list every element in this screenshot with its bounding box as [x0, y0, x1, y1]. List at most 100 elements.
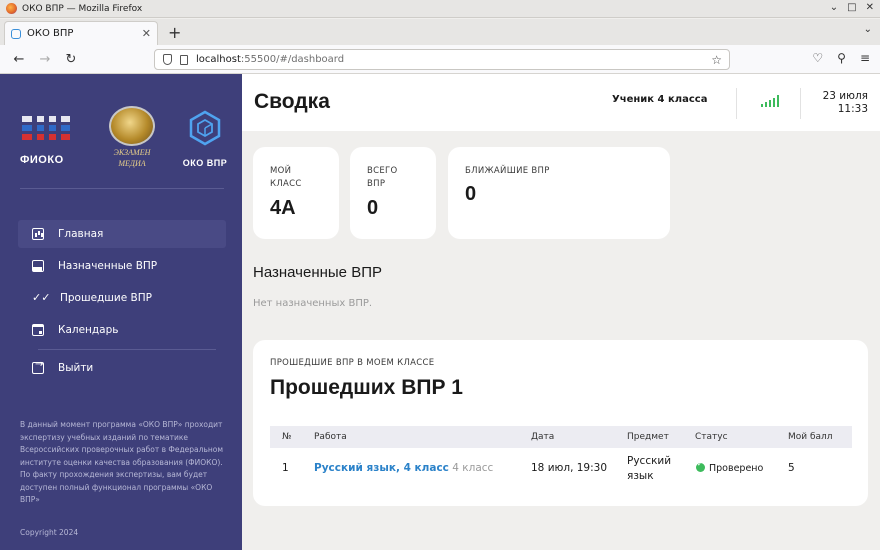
- tracking-shield-icon[interactable]: [163, 54, 172, 65]
- past-title: Прошедших ВПР 1: [270, 376, 463, 399]
- stat-label-line2: КЛАСС: [270, 179, 302, 189]
- oko-logo-label: ОКО ВПР: [182, 158, 228, 168]
- url-path: :55500/#/dashboard: [240, 54, 345, 65]
- extensions-icon[interactable]: ⚲: [837, 51, 846, 65]
- sidebar-item-calendar[interactable]: Календарь: [18, 316, 226, 344]
- stat-value: 0: [367, 197, 379, 219]
- col-header-subject: Предмет: [627, 432, 669, 442]
- list-tabs-chevron-icon[interactable]: ⌄: [864, 24, 872, 35]
- row-subject-line1: Русский: [627, 455, 672, 467]
- inbox-icon: [32, 260, 44, 272]
- stat-label-line1: БЛИЖАЙШИЕ ВПР: [465, 166, 550, 176]
- work-link[interactable]: Русский язык, 4 класс: [314, 462, 449, 474]
- status-text: Проверено: [709, 463, 764, 474]
- fioko-emblem-icon: [22, 112, 70, 148]
- examen-seal-icon: [109, 106, 155, 146]
- nav-toolbar: ← → ↻ localhost :55500/#/dashboard ☆ ♡ ⚲…: [0, 45, 880, 74]
- assigned-empty-text: Нет назначенных ВПР.: [253, 298, 373, 309]
- sidebar-item-label: Прошедшие ВПР: [60, 292, 152, 304]
- maximize-icon[interactable]: □: [847, 2, 856, 13]
- url-bar[interactable]: localhost :55500/#/dashboard ☆: [154, 49, 730, 70]
- logout-label: Выйти: [58, 362, 94, 374]
- col-header-date: Дата: [531, 432, 555, 442]
- fioko-logo-label: ФИОКО: [20, 154, 64, 166]
- tab-title: ОКО ВПР: [27, 28, 74, 39]
- close-window-icon[interactable]: ✕: [866, 2, 874, 13]
- row-date: 18 июл, 19:30: [531, 462, 608, 474]
- app-menu-icon[interactable]: ≡: [860, 51, 870, 65]
- forward-icon[interactable]: →: [32, 52, 58, 67]
- reload-icon[interactable]: ↻: [58, 52, 84, 67]
- toolbar-right: ♡ ⚲ ≡: [812, 51, 880, 65]
- row-score: 5: [788, 462, 795, 474]
- col-header-status: Статус: [695, 432, 728, 442]
- browser-tab[interactable]: ОКО ВПР ✕: [4, 21, 158, 45]
- fioko-logo[interactable]: ФИОКО: [20, 112, 74, 166]
- sidebar-item-label: Календарь: [58, 324, 119, 336]
- tab-close-icon[interactable]: ✕: [142, 27, 151, 40]
- past-eyebrow: ПРОШЕДШИЕ ВПР В МОЕМ КЛАССЕ: [270, 358, 435, 368]
- stat-label: БЛИЖАЙШИЕ ВПР: [465, 165, 550, 178]
- stat-card-upcoming: БЛИЖАЙШИЕ ВПР 0: [448, 147, 670, 239]
- work-grade: 4 класс: [452, 462, 494, 474]
- expertise-notice: В данный момент программа «ОКО ВПР» прох…: [20, 420, 224, 504]
- sidebar-item-past[interactable]: ✓✓ Прошедшие ВПР: [18, 284, 226, 312]
- stat-label: ВСЕГО ВПР: [367, 165, 398, 191]
- new-tab-icon[interactable]: +: [168, 23, 181, 42]
- menu-divider: [38, 349, 216, 350]
- chart-icon: [32, 228, 44, 240]
- calendar-icon: [32, 324, 44, 336]
- check-circle-icon: [696, 460, 705, 472]
- row-number: 1: [282, 462, 289, 474]
- stat-label-line1: ВСЕГО: [367, 166, 398, 176]
- exit-icon: [32, 359, 44, 374]
- url-host: localhost: [196, 54, 241, 65]
- stat-value: 4А: [270, 197, 296, 219]
- copyright: Copyright 2024: [20, 528, 79, 537]
- row-subject-line2: язык: [627, 470, 654, 482]
- window-titlebar: ОКО ВПР — Mozilla Firefox ⌄ □ ✕: [0, 0, 880, 18]
- exam-logo-line1: ЭКЗАМЕН: [113, 148, 151, 157]
- header-time: 11:33: [837, 103, 868, 115]
- back-icon[interactable]: ←: [6, 52, 32, 67]
- row-work: Русский язык, 4 класс 4 класс: [314, 462, 493, 474]
- header-date: 23 июля: [822, 90, 868, 102]
- col-header-score: Мой балл: [788, 432, 833, 442]
- pocket-icon[interactable]: ♡: [812, 51, 823, 65]
- user-role[interactable]: Ученик 4 класса: [612, 94, 707, 105]
- page-title: Сводка: [254, 90, 330, 113]
- stat-label-line1: МОЙ: [270, 166, 292, 176]
- sidebar-divider: [20, 188, 224, 189]
- stat-label-line2: ВПР: [367, 179, 386, 189]
- header-divider: [800, 88, 801, 119]
- page-info-icon[interactable]: [180, 54, 188, 65]
- past-vpr-card: ПРОШЕДШИЕ ВПР В МОЕМ КЛАССЕ Прошедших ВП…: [253, 340, 868, 506]
- col-header-work: Работа: [314, 432, 347, 442]
- header-divider: [736, 88, 737, 119]
- sidebar-item-label: Главная: [58, 228, 104, 240]
- oko-vpr-logo[interactable]: ОКО ВПР: [182, 110, 228, 168]
- stat-card-class: МОЙ КЛАСС 4А: [253, 147, 339, 239]
- assigned-section-title: Назначенные ВПР: [253, 264, 382, 281]
- tab-strip: ОКО ВПР ✕ + ⌄: [0, 19, 880, 45]
- stat-card-total: ВСЕГО ВПР 0: [350, 147, 436, 239]
- row-subject: Русский язык: [627, 454, 671, 484]
- page-header: Сводка Ученик 4 класса 23 июля 11:33: [242, 74, 880, 131]
- col-header-number: №: [282, 432, 292, 442]
- examen-media-logo[interactable]: ЭКЗАМЕН МЕДИА: [106, 106, 158, 168]
- firefox-logo-icon: [6, 3, 17, 14]
- window-controls: ⌄ □ ✕: [830, 2, 874, 13]
- tab-favicon-icon: [11, 28, 21, 39]
- connection-signal-icon: [761, 95, 779, 107]
- sidebar-item-label: Назначенные ВПР: [58, 260, 158, 272]
- bookmark-star-icon[interactable]: ☆: [711, 53, 722, 67]
- table-header: № Работа Дата Предмет Статус Мой балл: [270, 426, 852, 448]
- double-check-icon: ✓✓: [32, 291, 51, 304]
- minimize-icon[interactable]: ⌄: [830, 2, 838, 13]
- sidebar-item-assigned[interactable]: Назначенные ВПР: [18, 252, 226, 280]
- sidebar-item-home[interactable]: Главная: [18, 220, 226, 248]
- logout-button[interactable]: Выйти: [18, 354, 226, 382]
- sidebar: ФИОКО ЭКЗАМЕН МЕДИА ОКО ВПР Главная Назн…: [0, 74, 242, 550]
- window-title: ОКО ВПР — Mozilla Firefox: [22, 3, 143, 14]
- stat-value: 0: [465, 183, 477, 205]
